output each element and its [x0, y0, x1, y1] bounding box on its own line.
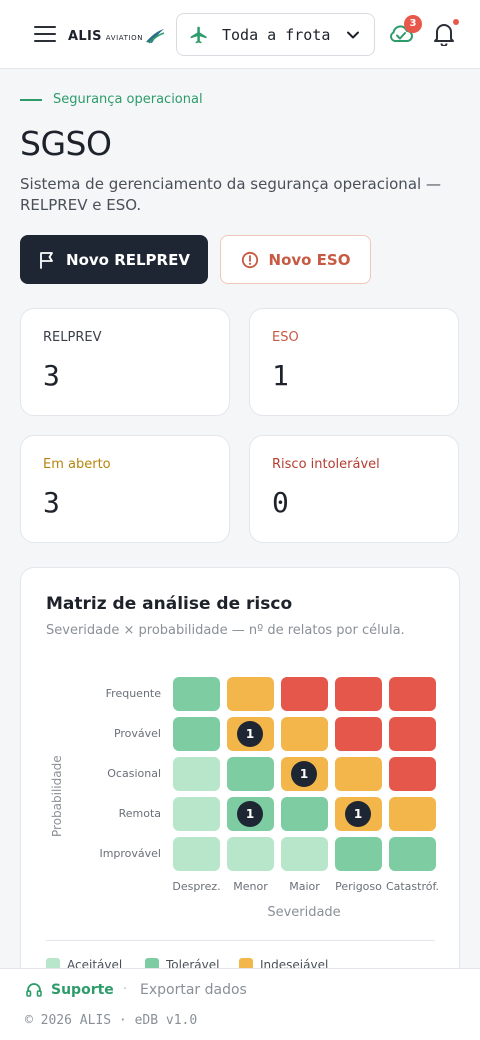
matrix-row-label: Provável — [113, 727, 161, 740]
matrix-cell[interactable] — [281, 797, 328, 831]
menu-icon[interactable] — [34, 25, 56, 43]
matrix-cell[interactable] — [173, 837, 220, 871]
fleet-selector[interactable]: Toda a frota — [176, 13, 375, 56]
matrix-row-label: Improvável — [99, 847, 161, 860]
matrix-cell[interactable]: 1 — [227, 797, 274, 831]
section-eyebrow: Segurança operacional — [20, 92, 203, 107]
alert-circle-icon — [241, 251, 258, 268]
export-data-link[interactable]: Exportar dados — [140, 982, 247, 998]
matrix-column-label: Desprez. — [172, 880, 221, 893]
matrix-column-label: Catastróf. — [385, 880, 440, 893]
matrix-cell-count: 1 — [345, 801, 371, 827]
kpi-label: Risco intolerável — [272, 457, 380, 472]
matrix-cell[interactable]: 1 — [335, 797, 382, 831]
kpi-value: 3 — [43, 359, 60, 392]
sync-count-badge: 3 — [404, 15, 422, 33]
matrix-row-label: Frequente — [105, 687, 161, 700]
matrix-row-label: Ocasional — [107, 767, 161, 780]
matrix-cell[interactable] — [281, 717, 328, 751]
fleet-selector-label: Toda a frota — [222, 25, 331, 44]
matrix-cell[interactable] — [281, 677, 328, 711]
matrix-cell[interactable] — [173, 757, 220, 791]
chevron-down-icon — [347, 31, 359, 39]
kpi-label: RELPREV — [43, 330, 102, 345]
kpi-card-intolerable-risk[interactable]: Risco intolerável 0 — [249, 435, 459, 543]
logo-main: ALIS — [68, 28, 102, 44]
matrix-cell[interactable] — [227, 757, 274, 791]
matrix-row-label: Remota — [118, 807, 161, 820]
matrix-cell[interactable] — [173, 797, 220, 831]
matrix-cell[interactable] — [335, 837, 382, 871]
matrix-subtitle: Severidade × probabilidade — nº de relat… — [46, 623, 405, 638]
notification-dot — [453, 19, 459, 25]
matrix-cell[interactable]: 1 — [227, 717, 274, 751]
eyebrow-line — [20, 98, 42, 101]
matrix-cell-count: 1 — [237, 801, 263, 827]
matrix-cell[interactable] — [389, 797, 436, 831]
new-relprev-button[interactable]: Novo RELPREV — [20, 235, 208, 284]
top-bar: ALIS AVIATION Toda a frota 3 — [0, 0, 480, 69]
headset-icon — [26, 983, 42, 997]
kpi-label: Em aberto — [43, 457, 111, 472]
flag-icon — [40, 251, 53, 269]
matrix-cell[interactable] — [281, 837, 328, 871]
support-label: Suporte — [51, 982, 114, 998]
bell-icon[interactable] — [433, 22, 455, 46]
matrix-cell[interactable] — [389, 757, 436, 791]
matrix-title: Matriz de análise de risco — [46, 594, 293, 614]
airplane-icon — [190, 26, 207, 43]
footer: Suporte · Exportar dados © 2026 ALIS · e… — [0, 968, 480, 1040]
matrix-cell[interactable] — [389, 677, 436, 711]
new-relprev-label: Novo RELPREV — [66, 250, 190, 269]
matrix-cell[interactable] — [173, 717, 220, 751]
new-eso-label: Novo ESO — [268, 250, 351, 269]
kpi-value: 1 — [272, 359, 289, 392]
page-description: Sistema de gerenciamento da segurança op… — [20, 175, 441, 214]
matrix-cell[interactable] — [173, 677, 220, 711]
kpi-card-open[interactable]: Em aberto 3 — [20, 435, 230, 543]
matrix-column-label: Menor — [233, 880, 268, 893]
matrix-cell[interactable] — [335, 757, 382, 791]
new-eso-button[interactable]: Novo ESO — [220, 235, 371, 284]
kpi-card-eso[interactable]: ESO 1 — [249, 308, 459, 416]
footer-separator: · — [123, 982, 128, 997]
matrix-cell-count: 1 — [237, 721, 263, 747]
logo-sub: AVIATION — [105, 33, 144, 42]
matrix-cell[interactable] — [227, 837, 274, 871]
kpi-value: 3 — [43, 486, 60, 519]
kpi-card-relprev[interactable]: RELPREV 3 — [20, 308, 230, 416]
matrix-cell[interactable] — [389, 717, 436, 751]
matrix-cell[interactable] — [335, 717, 382, 751]
matrix-cell[interactable]: 1 — [281, 757, 328, 791]
logo-swoosh-icon — [146, 29, 165, 44]
app-logo[interactable]: ALIS AVIATION — [68, 26, 165, 46]
x-axis-label: Severidade — [267, 905, 341, 920]
legend-divider — [46, 940, 435, 941]
matrix-cell-count: 1 — [291, 761, 317, 787]
matrix-column-label: Perigoso — [335, 880, 382, 893]
support-link[interactable]: Suporte — [25, 981, 114, 999]
kpi-label: ESO — [272, 330, 299, 345]
page-title: SGSO — [20, 124, 112, 163]
kpi-value: 0 — [272, 486, 289, 519]
matrix-cell[interactable] — [389, 837, 436, 871]
matrix-cell[interactable] — [335, 677, 382, 711]
matrix-column-label: Maior — [289, 880, 320, 893]
copyright: © 2026 ALIS · eDB v1.0 — [25, 1013, 198, 1028]
eyebrow-text: Segurança operacional — [53, 92, 203, 107]
matrix-cell[interactable] — [227, 677, 274, 711]
risk-matrix-card: Matriz de análise de risco Severidade × … — [20, 567, 460, 997]
